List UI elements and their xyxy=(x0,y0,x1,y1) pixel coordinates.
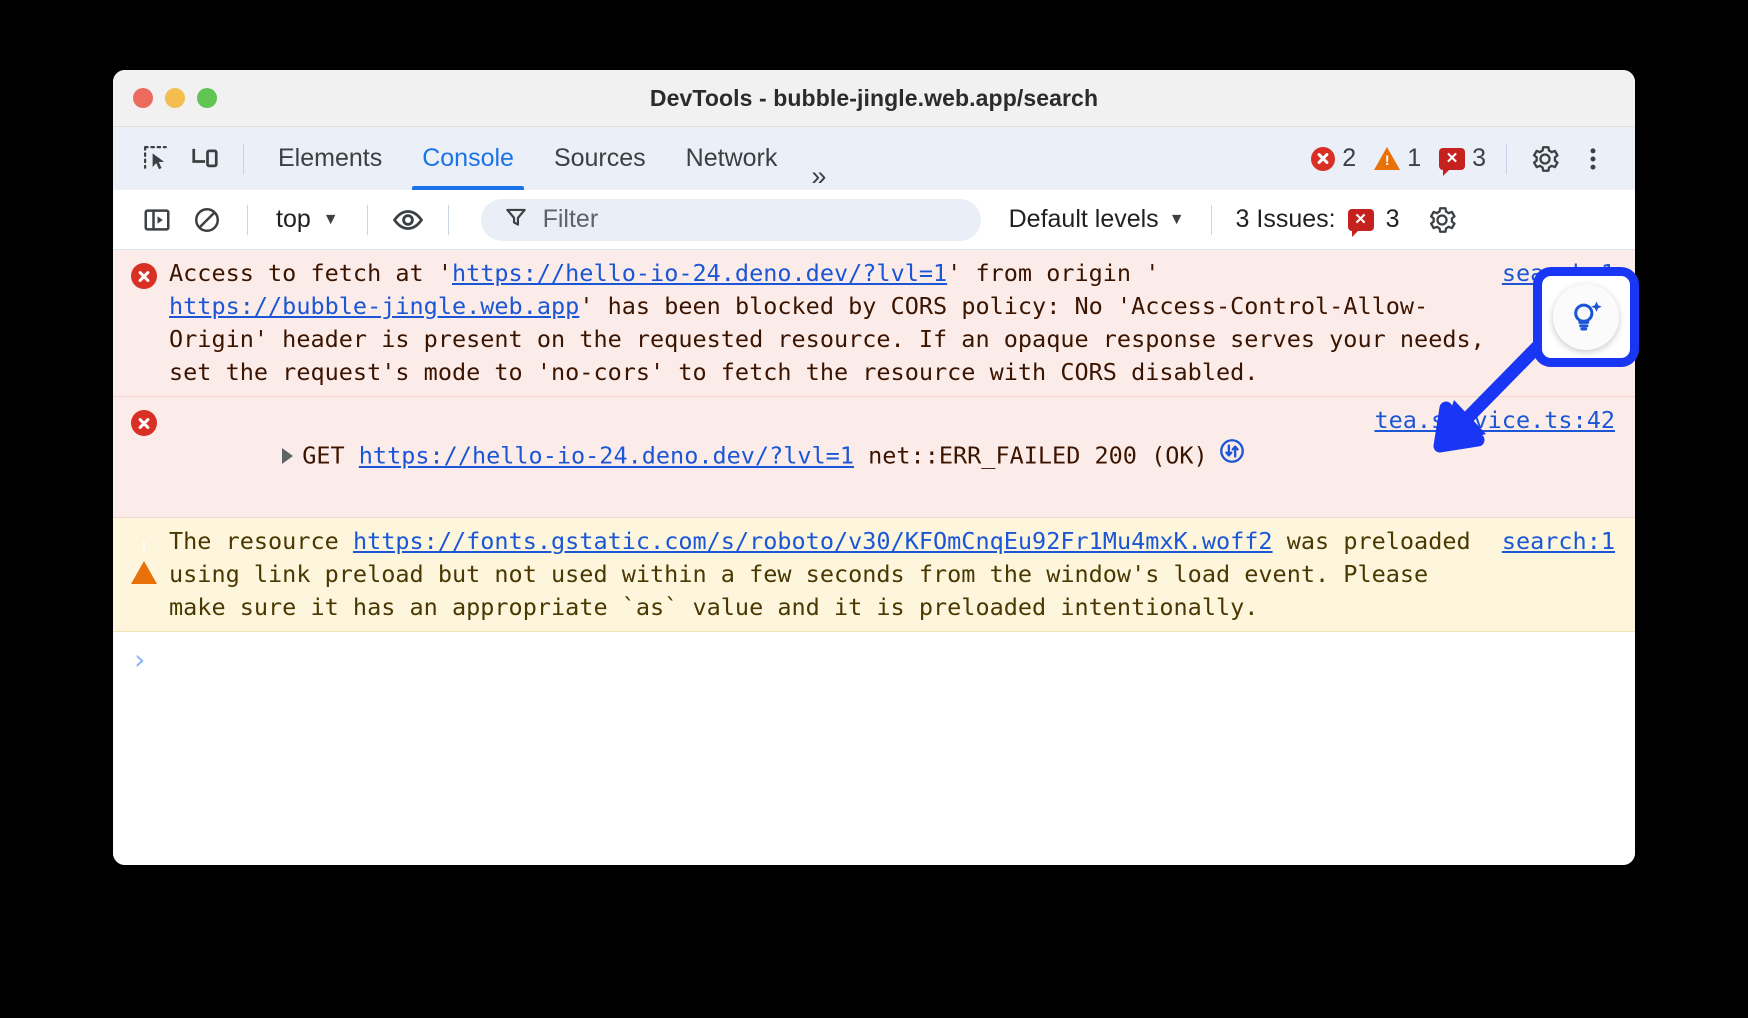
console-settings-gear-icon[interactable] xyxy=(1418,198,1466,242)
error-icon xyxy=(131,404,169,510)
console-message-preload-warning[interactable]: The resource https://fonts.gstatic.com/s… xyxy=(113,518,1635,632)
console-toolbar-divider-3 xyxy=(448,205,449,235)
console-link[interactable]: https://fonts.gstatic.com/s/roboto/v30/K… xyxy=(353,527,1273,555)
device-toolbar-icon[interactable] xyxy=(181,137,229,181)
console-message-text-2: GET https://hello-io-24.deno.dev/?lvl=1 … xyxy=(169,404,1360,510)
more-tabs-icon[interactable]: » xyxy=(797,163,840,190)
title-bar: DevTools - bubble-jingle.web.app/search xyxy=(113,70,1635,127)
tab-elements-label: Elements xyxy=(278,144,382,173)
traffic-lights xyxy=(113,88,217,108)
tab-network[interactable]: Network xyxy=(666,127,798,190)
zoom-window-button[interactable] xyxy=(197,88,217,108)
gear-icon[interactable] xyxy=(1521,137,1569,181)
inspect-cursor-icon[interactable] xyxy=(133,137,181,181)
console-link[interactable]: https://hello-io-24.deno.dev/?lvl=1 xyxy=(452,259,947,287)
panel-tabs: Elements Console Sources Network » xyxy=(258,127,840,190)
console-sidebar-icon[interactable] xyxy=(133,198,181,242)
filter-input-wrapper[interactable] xyxy=(481,199,981,241)
error-counter[interactable]: 2 xyxy=(1305,144,1362,173)
console-link[interactable]: https://hello-io-24.deno.dev/?lvl=1 xyxy=(359,442,854,470)
console-link[interactable]: https://bubble-jingle.web.app xyxy=(169,292,579,320)
live-expression-icon[interactable] xyxy=(384,198,432,242)
chevron-down-icon-levels: ▼ xyxy=(1169,212,1185,228)
search-input[interactable] xyxy=(543,205,959,234)
log-levels-dropdown[interactable]: Default levels ▼ xyxy=(999,199,1195,240)
error-count: 2 xyxy=(1342,144,1356,173)
console-toolbar-divider-4 xyxy=(1211,205,1212,235)
chevron-down-icon: ▼ xyxy=(323,212,339,228)
warning-counter[interactable]: 1 xyxy=(1368,144,1427,173)
devtools-tab-bar: Elements Console Sources Network » 2 1 xyxy=(113,127,1635,190)
expand-triangle-icon[interactable] xyxy=(282,448,293,464)
issue-icon: ✕ xyxy=(1439,148,1465,170)
issues-inline-count: 3 xyxy=(1386,205,1400,234)
tab-network-label: Network xyxy=(686,144,778,173)
clear-console-icon[interactable] xyxy=(183,198,231,242)
ai-assistant-highlight-wrapper xyxy=(1533,267,1639,367)
console-message-text-3: The resource https://fonts.gstatic.com/s… xyxy=(169,525,1488,624)
tab-console[interactable]: Console xyxy=(402,127,534,190)
log-levels-label: Default levels xyxy=(1009,205,1159,234)
issues-label: 3 Issues: xyxy=(1236,205,1336,234)
console-toolbar: top ▼ Default levels ▼ 3 Issues: xyxy=(113,190,1635,250)
console-prompt[interactable]: › xyxy=(113,632,1635,688)
issue-counter[interactable]: ✕ 3 xyxy=(1433,144,1492,173)
prompt-caret-icon: › xyxy=(131,646,148,674)
console-message-source-3[interactable]: search:1 xyxy=(1488,525,1619,624)
tab-console-label: Console xyxy=(422,144,514,173)
console-toolbar-divider-1 xyxy=(247,205,248,235)
issues-summary[interactable]: 3 Issues: ✕ 3 xyxy=(1228,201,1408,238)
error-icon xyxy=(1311,147,1335,171)
ai-lightbulb-sparkle-icon[interactable] xyxy=(1553,284,1619,350)
window-title: DevTools - bubble-jingle.web.app/search xyxy=(113,85,1635,112)
console-message-text-1: Access to fetch at 'https://hello-io-24.… xyxy=(169,257,1488,389)
issue-counters: 2 1 ✕ 3 xyxy=(1305,144,1492,173)
execution-context-label: top xyxy=(276,205,311,234)
tab-sources[interactable]: Sources xyxy=(534,127,666,190)
issue-icon-inline: ✕ xyxy=(1348,209,1374,231)
network-request-icon[interactable] xyxy=(1218,437,1246,474)
error-icon xyxy=(131,257,169,389)
warning-icon xyxy=(1374,147,1400,170)
tab-elements[interactable]: Elements xyxy=(258,127,402,190)
minimize-window-button[interactable] xyxy=(165,88,185,108)
issue-count: 3 xyxy=(1472,144,1486,173)
console-toolbar-divider-2 xyxy=(367,205,368,235)
warning-count: 1 xyxy=(1407,144,1421,173)
close-window-button[interactable] xyxy=(133,88,153,108)
kebab-menu-icon[interactable] xyxy=(1569,137,1617,181)
warning-icon xyxy=(131,525,169,624)
toolbar-divider xyxy=(243,144,244,174)
counters-divider xyxy=(1506,144,1507,174)
tab-sources-label: Sources xyxy=(554,144,646,173)
execution-context-selector[interactable]: top ▼ xyxy=(264,199,351,240)
filter-funnel-icon xyxy=(503,204,529,235)
